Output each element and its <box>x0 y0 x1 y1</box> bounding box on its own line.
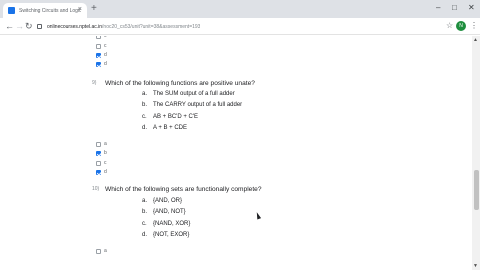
address-bar[interactable]: onlinecourses.nptel.ac.in/noc20_cs53/uni… <box>37 21 437 32</box>
choice-label: b. <box>142 102 148 108</box>
answer-checkbox[interactable] <box>96 61 101 67</box>
choice-item: c. {NAND, XOR} <box>142 221 190 227</box>
option-letter: a <box>104 248 107 254</box>
lock-icon <box>37 24 42 29</box>
choice-item: a. {AND, OR} <box>142 198 182 204</box>
choice-item: d. {NOT, EXOR} <box>142 232 189 238</box>
choice-item: b. {AND, NOT} <box>142 209 186 215</box>
choice-text: A + B + CDE <box>153 125 188 131</box>
choice-label: d. <box>142 232 148 238</box>
answer-option[interactable]: d <box>96 61 107 67</box>
choice-label: b. <box>142 209 148 215</box>
choice-label: d. <box>142 125 148 131</box>
browser-window: Switching Circuits and Logic Des × + – □… <box>0 0 480 270</box>
scroll-up-icon[interactable]: ▲ <box>473 37 478 43</box>
assessment-page: c c d d 9) Which of the following functi… <box>0 36 472 270</box>
back-icon[interactable]: ← <box>5 20 14 32</box>
choice-label: c. <box>142 114 147 120</box>
answer-option[interactable]: b <box>96 150 107 156</box>
bookmark-star-icon[interactable]: ☆ <box>446 21 453 31</box>
answer-option[interactable]: a <box>96 248 107 254</box>
answer-option[interactable]: c <box>96 43 107 49</box>
close-window-button[interactable]: ✕ <box>468 3 475 13</box>
menu-kebab-icon[interactable]: ⋮ <box>470 21 478 31</box>
answer-option[interactable]: d <box>96 169 107 175</box>
url-text: onlinecourses.nptel.ac.in/noc20_cs53/uni… <box>47 24 200 30</box>
tab-close-icon[interactable]: × <box>78 6 82 14</box>
option-letter: b <box>104 150 107 156</box>
page-scrollbar[interactable]: ▲ ▼ <box>472 36 480 270</box>
option-letter: c <box>104 36 107 39</box>
choice-label: a. <box>142 198 148 204</box>
option-letter: d <box>104 61 107 67</box>
question-text: Which of the following sets are function… <box>105 186 262 193</box>
option-letter: d <box>104 52 107 58</box>
url-path: /noc20_cs53/unit?unit=38&assessment=193 <box>102 23 201 30</box>
question-number: 9) <box>92 80 97 86</box>
question-text: Which of the following functions are pos… <box>105 80 255 87</box>
answer-checkbox[interactable] <box>96 160 101 166</box>
maximize-button[interactable]: □ <box>452 3 457 13</box>
choice-text: {AND, NOT} <box>153 209 186 215</box>
option-letter: c <box>104 160 107 166</box>
mouse-cursor-icon <box>254 211 262 220</box>
question-number: 10) <box>92 186 100 192</box>
url-domain: onlinecourses.nptel.ac.in <box>47 23 103 30</box>
choice-item: d. A + B + CDE <box>142 125 187 131</box>
scroll-down-icon[interactable]: ▼ <box>473 263 478 269</box>
choice-item: b. The CARRY output of a full adder <box>142 102 242 108</box>
choice-label: a. <box>142 91 148 97</box>
minimize-button[interactable]: – <box>436 3 440 13</box>
answer-checkbox[interactable] <box>96 169 101 175</box>
option-letter: d <box>104 169 107 175</box>
choice-label: c. <box>142 221 147 227</box>
option-letter: a <box>104 141 107 147</box>
choice-text: {NAND, XOR} <box>153 221 191 227</box>
browser-tab[interactable]: Switching Circuits and Logic Des × <box>3 3 87 18</box>
profile-avatar[interactable]: N <box>456 21 466 31</box>
answer-option[interactable]: d <box>96 52 107 58</box>
choice-item: c. AB + BC'D + C'E <box>142 114 198 120</box>
answer-checkbox[interactable] <box>96 150 101 156</box>
new-tab-button[interactable]: + <box>91 3 97 15</box>
answer-checkbox[interactable] <box>96 141 101 147</box>
scroll-thumb[interactable] <box>473 170 479 210</box>
answer-checkbox[interactable] <box>96 36 101 39</box>
choice-text: AB + BC'D + C'E <box>153 114 198 120</box>
browser-toolbar: ← → ↻ onlinecourses.nptel.ac.in/noc20_cs… <box>0 18 480 35</box>
choice-text: The SUM output of a full adder <box>153 91 235 97</box>
choice-item: a. The SUM output of a full adder <box>142 91 235 97</box>
reload-icon[interactable]: ↻ <box>25 20 33 32</box>
favicon-icon <box>8 7 15 14</box>
choice-text: {NOT, EXOR} <box>153 232 190 238</box>
answer-checkbox[interactable] <box>96 248 101 254</box>
answer-option[interactable]: c <box>96 160 107 166</box>
tab-title: Switching Circuits and Logic Des <box>19 7 81 14</box>
choice-text: {AND, OR} <box>153 198 183 204</box>
choice-text: The CARRY output of a full adder <box>153 102 243 108</box>
answer-checkbox[interactable] <box>96 43 101 49</box>
answer-checkbox[interactable] <box>96 52 101 58</box>
option-letter: c <box>104 43 107 49</box>
forward-icon[interactable]: → <box>15 20 24 32</box>
answer-option[interactable]: c <box>96 36 107 39</box>
answer-option[interactable]: a <box>96 141 107 147</box>
tab-strip: Switching Circuits and Logic Des × + – □… <box>0 0 480 18</box>
